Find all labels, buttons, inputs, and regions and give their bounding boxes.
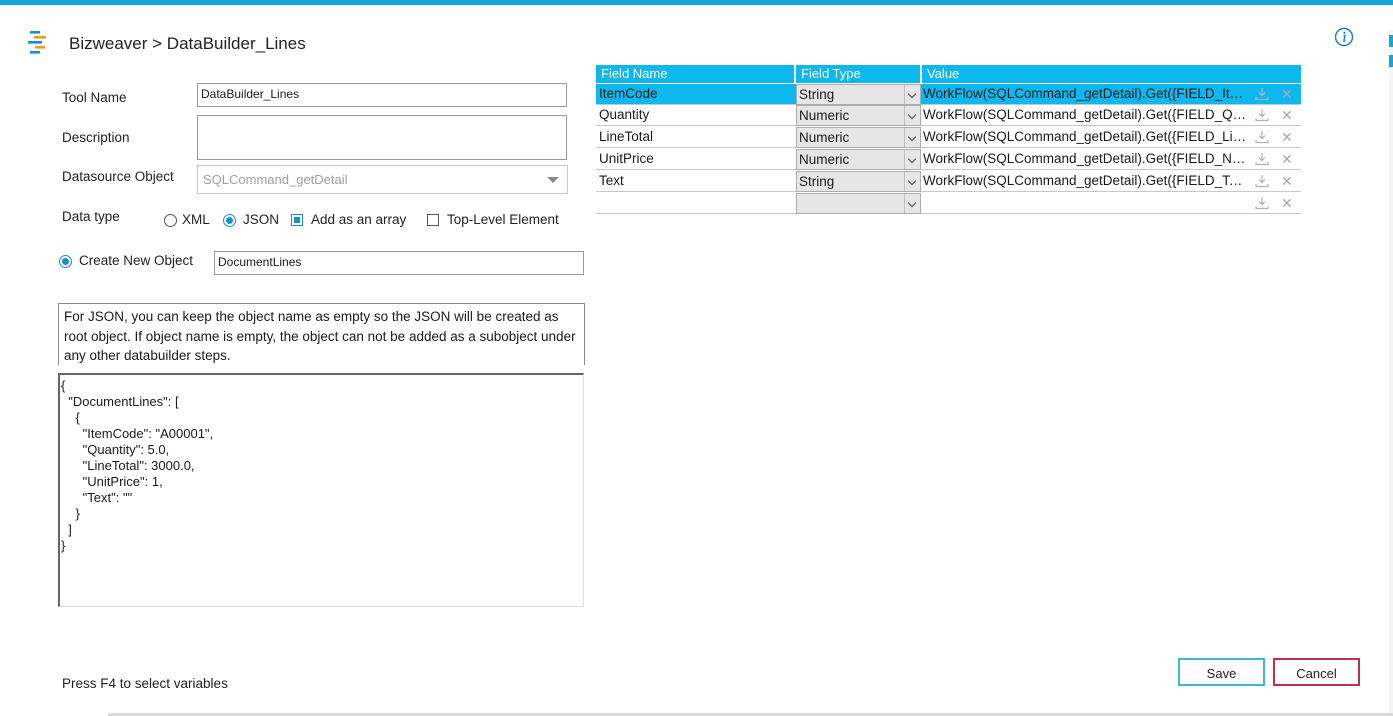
download-icon[interactable] bbox=[1255, 173, 1269, 189]
chevron-down-icon bbox=[547, 177, 559, 183]
field-type-dropdown[interactable]: Numeric bbox=[796, 127, 921, 148]
grid-row[interactable]: UnitPrice Numeric WorkFlow(SQLCommand_getD… bbox=[596, 149, 1301, 170]
xml-radio[interactable] bbox=[164, 214, 177, 227]
edge-marker-bottom bbox=[1389, 55, 1393, 67]
close-icon[interactable]: ✕ bbox=[1281, 152, 1293, 166]
field-type-dropdown[interactable]: Numeric bbox=[796, 149, 921, 170]
value-cell[interactable]: WorkFlow(SQLCommand_getDetail).Get({FIEL… bbox=[923, 129, 1249, 144]
grid-row[interactable]: ✕ bbox=[596, 193, 1301, 214]
download-icon[interactable] bbox=[1255, 129, 1269, 145]
value-column-header[interactable]: Value bbox=[927, 66, 959, 81]
chevron-down-icon[interactable] bbox=[904, 85, 920, 104]
column-separator bbox=[794, 65, 796, 83]
field-name-cell[interactable]: ItemCode bbox=[599, 86, 658, 101]
grid-row[interactable]: LineTotal Numeric WorkFlow(SQLCommand_getD… bbox=[596, 127, 1301, 148]
bizweaver-logo-icon bbox=[26, 30, 50, 58]
description-label: Description bbox=[62, 130, 130, 145]
f4-hint: Press F4 to select variables bbox=[62, 676, 228, 691]
field-name-cell[interactable]: Quantity bbox=[599, 107, 649, 122]
datasource-label: Datasource Object bbox=[62, 169, 174, 184]
download-icon[interactable] bbox=[1255, 195, 1269, 211]
chevron-down-icon[interactable] bbox=[904, 172, 920, 191]
column-separator bbox=[920, 65, 922, 83]
value-cell[interactable]: WorkFlow(SQLCommand_getDetail).Get({FIEL… bbox=[923, 86, 1249, 101]
field-type-value: Numeric bbox=[799, 108, 850, 123]
field-type-dropdown[interactable]: String bbox=[796, 171, 921, 192]
chevron-down-icon[interactable] bbox=[904, 128, 920, 147]
description-textarea[interactable] bbox=[197, 115, 567, 160]
object-name-input[interactable]: DocumentLines bbox=[214, 251, 584, 275]
close-icon[interactable]: ✕ bbox=[1281, 130, 1293, 144]
field-name-cell[interactable]: LineTotal bbox=[599, 129, 653, 144]
field-type-value: Numeric bbox=[799, 152, 850, 167]
field-type-column-header[interactable]: Field Type bbox=[801, 66, 861, 81]
field-type-dropdown[interactable]: String bbox=[796, 84, 921, 105]
window-right-edge bbox=[1389, 30, 1393, 716]
download-icon[interactable] bbox=[1255, 86, 1269, 102]
chevron-down-icon[interactable] bbox=[904, 150, 920, 169]
tool-name-input[interactable]: DataBuilder_Lines bbox=[197, 83, 567, 107]
field-type-dropdown[interactable]: Numeric bbox=[796, 105, 921, 126]
close-icon[interactable]: ✕ bbox=[1281, 87, 1293, 101]
value-cell[interactable]: WorkFlow(SQLCommand_getDetail).Get({FIEL… bbox=[923, 173, 1249, 188]
close-icon[interactable]: ✕ bbox=[1281, 174, 1293, 188]
xml-radio-label[interactable]: XML bbox=[182, 212, 210, 227]
field-name-column-header[interactable]: Field Name bbox=[601, 66, 667, 81]
info-icon[interactable] bbox=[1334, 27, 1354, 47]
json-preview-textarea[interactable]: { "DocumentLines": [ { "ItemCode": "A000… bbox=[58, 373, 584, 607]
grid-row[interactable]: Quantity Numeric WorkFlow(SQLCommand_getDe… bbox=[596, 105, 1301, 126]
field-name-cell[interactable]: Text bbox=[599, 173, 624, 188]
top-level-element-label[interactable]: Top-Level Element bbox=[447, 212, 559, 227]
field-type-value: String bbox=[799, 174, 835, 189]
json-help-note: For JSON, you can keep the object name a… bbox=[58, 303, 585, 365]
close-icon[interactable]: ✕ bbox=[1281, 108, 1293, 122]
field-type-value: String bbox=[799, 87, 835, 102]
tool-name-label: Tool Name bbox=[62, 90, 127, 105]
datasource-value: SQLCommand_getDetail bbox=[203, 172, 348, 187]
data-type-label: Data type bbox=[62, 209, 120, 224]
grid-row[interactable]: ItemCode String WorkFlow(SQLCommand_getDet… bbox=[596, 84, 1301, 105]
download-icon[interactable] bbox=[1255, 107, 1269, 123]
add-as-array-label[interactable]: Add as an array bbox=[311, 212, 406, 227]
field-name-cell[interactable]: UnitPrice bbox=[599, 151, 654, 166]
field-type-dropdown[interactable] bbox=[796, 193, 921, 214]
create-new-object-radio[interactable] bbox=[59, 255, 72, 268]
chevron-down-icon[interactable] bbox=[904, 106, 920, 125]
edge-marker-top bbox=[1389, 35, 1393, 47]
json-radio[interactable] bbox=[223, 214, 236, 227]
value-cell[interactable]: WorkFlow(SQLCommand_getDetail).Get({FIEL… bbox=[923, 107, 1249, 122]
create-new-object-label[interactable]: Create New Object bbox=[79, 253, 193, 268]
value-cell[interactable]: WorkFlow(SQLCommand_getDetail).Get({FIEL… bbox=[923, 151, 1249, 166]
window-title: Bizweaver > DataBuilder_Lines bbox=[69, 34, 306, 53]
top-level-element-checkbox[interactable] bbox=[427, 214, 439, 226]
save-button[interactable]: Save bbox=[1178, 658, 1265, 686]
cancel-button[interactable]: Cancel bbox=[1273, 658, 1360, 686]
field-type-value: Numeric bbox=[799, 130, 850, 145]
field-grid-header: Field Name Field Type Value bbox=[596, 65, 1301, 83]
datasource-combobox[interactable]: SQLCommand_getDetail bbox=[197, 165, 568, 194]
json-radio-label[interactable]: JSON bbox=[243, 212, 279, 227]
download-icon[interactable] bbox=[1255, 151, 1269, 167]
chevron-down-icon[interactable] bbox=[904, 194, 920, 213]
close-icon[interactable]: ✕ bbox=[1281, 196, 1293, 210]
grid-row[interactable]: Text String WorkFlow(SQLCommand_getDetail)… bbox=[596, 171, 1301, 192]
add-as-array-checkbox[interactable] bbox=[291, 214, 303, 226]
top-accent-bar bbox=[0, 0, 1393, 5]
